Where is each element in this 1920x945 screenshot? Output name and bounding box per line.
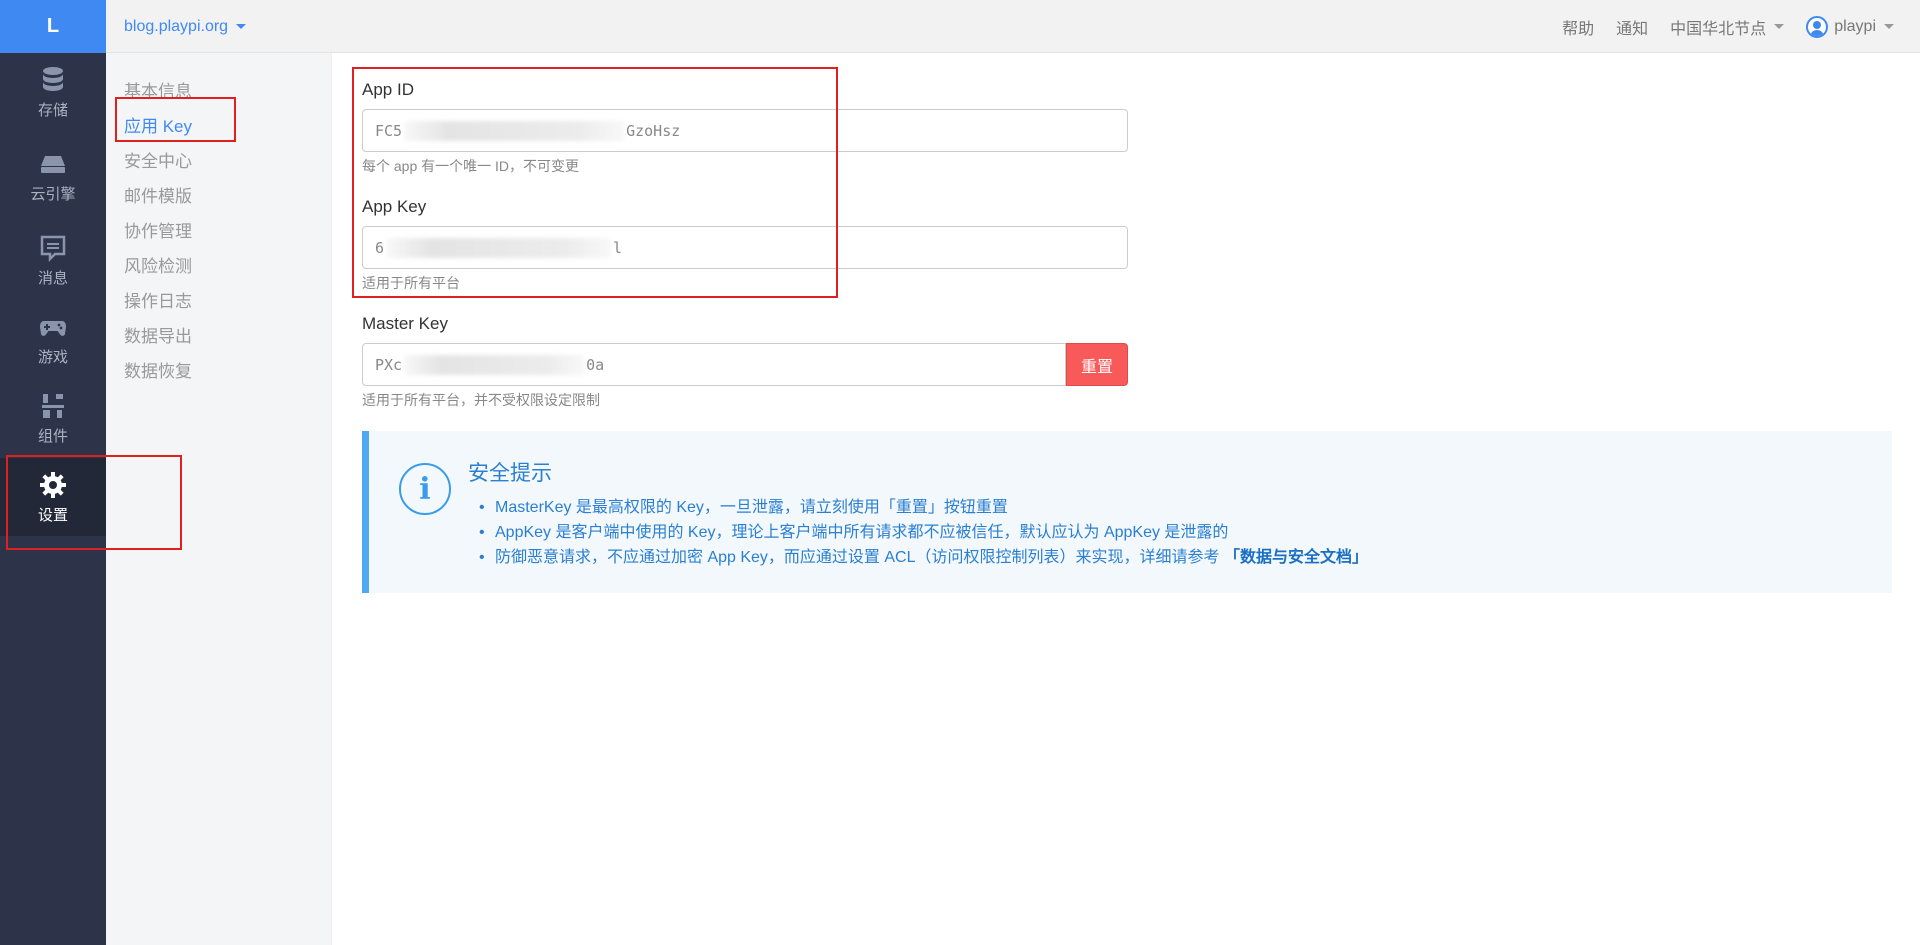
nav-label: 设置 [37, 506, 68, 524]
nav-label: 存储 [37, 101, 68, 119]
message-icon [40, 235, 66, 262]
master-key-help: 适用于所有平台，并不受权限设定限制 [362, 392, 600, 408]
nav-item-components[interactable]: 组件 [0, 379, 106, 457]
sub-item-data-export[interactable]: 数据导出 [124, 322, 192, 347]
top-bar: L blog.playpi.org 帮助 通知 中国华北节点 playpi [0, 0, 1920, 53]
nav-label: 游戏 [37, 348, 68, 366]
chevron-down-icon [236, 24, 247, 29]
app-id-field[interactable]: FC5 GzoHsz [362, 109, 1128, 152]
app-id-value-end: GzoHsz [626, 121, 681, 140]
app-id-label: App ID [362, 80, 414, 99]
app-selector[interactable]: blog.playpi.org [124, 0, 247, 53]
main-content: App ID FC5 GzoHsz 每个 app 有一个唯一 ID，不可变更 A… [332, 53, 1920, 945]
gamepad-icon [40, 320, 66, 336]
nav-label: 组件 [37, 427, 68, 445]
nav-label: 云引擎 [30, 185, 76, 203]
sub-item-data-restore[interactable]: 数据恢复 [124, 357, 192, 382]
list-item: 防御恶意请求，不应通过加密 App Key，而应通过设置 ACL（访问权限控制列… [479, 545, 1368, 570]
cloud-engine-icon [41, 155, 65, 173]
redacted-mask [386, 237, 612, 258]
database-icon [43, 66, 63, 91]
app-name: blog.playpi.org [124, 17, 229, 35]
avatar-icon [1806, 15, 1829, 38]
list-item: MasterKey 是最高权限的 Key，一旦泄露，请立刻使用「重置」按钮重置 [479, 495, 1368, 520]
left-nav: 存储 云引擎 消息 游戏 组件 设置 [0, 53, 106, 945]
app-key-field[interactable]: 6 l [362, 226, 1128, 269]
top-right-menu: 帮助 通知 中国华北节点 playpi [1540, 0, 1894, 53]
sub-item-email-template[interactable]: 邮件模版 [124, 182, 192, 207]
security-tip-panel: i 安全提示 MasterKey 是最高权限的 Key，一旦泄露，请立刻使用「重… [362, 431, 1892, 593]
tip-text: MasterKey 是最高权限的 Key，一旦泄露，请立刻使用「重置」按钮重置 [495, 499, 1008, 516]
tip-list: MasterKey 是最高权限的 Key，一旦泄露，请立刻使用「重置」按钮重置 … [479, 495, 1368, 570]
nav-item-storage[interactable]: 存储 [0, 53, 106, 131]
sub-item-app-key[interactable]: 应用 Key [124, 112, 192, 137]
gear-icon [40, 471, 66, 498]
nav-label: 消息 [37, 269, 68, 287]
user-name: playpi [1834, 17, 1876, 35]
notification-link[interactable]: 通知 [1616, 15, 1648, 39]
region-label: 中国华北节点 [1670, 20, 1767, 38]
region-selector[interactable]: 中国华北节点 [1670, 15, 1785, 39]
master-key-value-start: PXc [375, 355, 403, 374]
sub-item-basic-info[interactable]: 基本信息 [124, 77, 192, 102]
app-id-help: 每个 app 有一个唯一 ID，不可变更 [362, 158, 580, 174]
app-id-value-start: FC5 [375, 121, 403, 140]
sub-item-risk-detection[interactable]: 风险检测 [124, 252, 192, 277]
tip-title: 安全提示 [468, 462, 552, 485]
nav-item-cloud-engine[interactable]: 云引擎 [0, 137, 106, 215]
app-key-value-end: l [613, 238, 623, 257]
tip-text: 防御恶意请求，不应通过加密 App Key，而应通过设置 ACL（访问权限控制列… [495, 549, 1224, 566]
app-key-help: 适用于所有平台 [362, 275, 460, 291]
info-icon: i [399, 463, 451, 515]
list-item: AppKey 是客户端中使用的 Key，理论上客户端中所有请求都不应被信任，默认… [479, 520, 1368, 545]
nav-item-game[interactable]: 游戏 [0, 300, 106, 378]
app-key-value-start: 6 [375, 238, 385, 257]
app-logo[interactable]: L [0, 0, 106, 53]
chevron-down-icon [1774, 24, 1785, 29]
redacted-mask [404, 354, 585, 375]
nav-item-settings[interactable]: 设置 [0, 458, 106, 536]
sub-item-operation-log[interactable]: 操作日志 [124, 287, 192, 312]
sub-item-collaboration[interactable]: 协作管理 [124, 217, 192, 242]
components-icon [42, 393, 64, 418]
user-menu[interactable]: playpi [1806, 15, 1894, 38]
help-link[interactable]: 帮助 [1562, 15, 1594, 39]
master-key-label: Master Key [362, 314, 448, 333]
settings-sub-nav: 基本信息 应用 Key 安全中心 邮件模版 协作管理 风险检测 操作日志 数据导… [106, 53, 332, 945]
redacted-mask [404, 120, 625, 141]
security-docs-link[interactable]: 「数据与安全文档」 [1224, 549, 1368, 566]
sub-item-security-center[interactable]: 安全中心 [124, 147, 192, 172]
app-key-label: App Key [362, 197, 427, 216]
master-key-value-end: 0a [586, 355, 605, 374]
master-key-field[interactable]: PXc 0a [362, 343, 1066, 386]
nav-item-message[interactable]: 消息 [0, 221, 106, 299]
chevron-down-icon [1884, 24, 1894, 29]
tip-text: AppKey 是客户端中使用的 Key，理论上客户端中所有请求都不应被信任，默认… [495, 524, 1229, 541]
reset-master-key-button[interactable]: 重置 [1066, 343, 1128, 386]
